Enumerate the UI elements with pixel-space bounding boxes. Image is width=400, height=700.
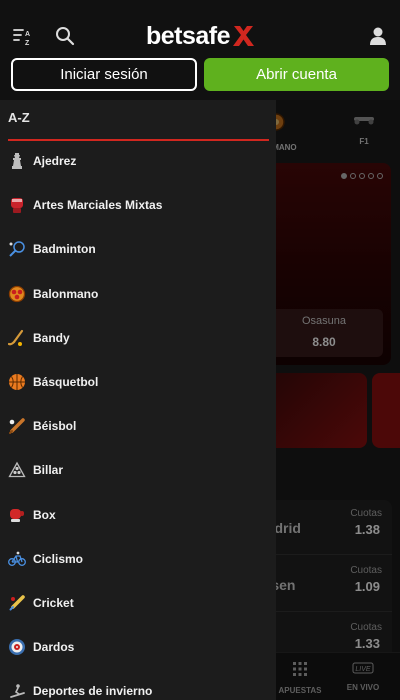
baseball-bat-icon <box>8 417 26 435</box>
handball-icon <box>8 285 26 303</box>
app-header: A Z betsafe Iniciar sesión Abrir cuenta <box>0 0 400 100</box>
sport-item-beisbol[interactable]: Béisbol <box>0 404 276 448</box>
bicycle-icon <box>8 550 26 568</box>
svg-text:A: A <box>25 31 30 38</box>
sport-label: Billar <box>33 463 64 478</box>
sports-az-drawer: A-Z Ajedrez Artes Marciales Mixtas Badmi… <box>0 100 276 700</box>
bandy-stick-icon <box>8 329 26 347</box>
sport-item-badminton[interactable]: Badminton <box>0 227 276 271</box>
sport-item-dardos[interactable]: Dardos <box>0 625 276 669</box>
logo-x-icon <box>233 26 255 46</box>
sport-item-billar[interactable]: Billar <box>0 448 276 492</box>
login-button[interactable]: Iniciar sesión <box>11 58 197 91</box>
sport-label: Artes Marciales Mixtas <box>33 198 163 213</box>
winter-sports-icon <box>8 682 26 700</box>
sport-item-deportes-invierno[interactable]: Deportes de invierno <box>0 669 276 700</box>
svg-text:Z: Z <box>25 40 30 47</box>
sport-label: Básquetbol <box>33 375 99 390</box>
sport-label: Deportes de invierno <box>33 684 153 699</box>
drawer-title: A-Z <box>8 110 30 125</box>
register-button[interactable]: Abrir cuenta <box>204 58 389 91</box>
cricket-icon <box>8 594 26 612</box>
betsafe-logo[interactable]: betsafe <box>146 20 255 52</box>
sport-label: Cricket <box>33 595 74 610</box>
boxing-glove-icon <box>8 506 26 524</box>
sort-az-icon[interactable]: A Z <box>10 24 34 48</box>
sport-item-cricket[interactable]: Cricket <box>0 581 276 625</box>
badminton-icon <box>8 240 26 258</box>
sport-label: Ciclismo <box>33 551 84 566</box>
basketball-icon <box>8 373 26 391</box>
sport-label: Bandy <box>33 330 70 345</box>
sport-item-bandy[interactable]: Bandy <box>0 316 276 360</box>
search-icon[interactable] <box>53 24 77 48</box>
sport-label: Ajedrez <box>33 154 77 169</box>
dartboard-icon <box>8 638 26 656</box>
sport-item-basquetbol[interactable]: Básquetbol <box>0 360 276 404</box>
logo-text: betsafe <box>146 21 231 50</box>
sport-label: Dardos <box>33 640 75 655</box>
sport-item-ciclismo[interactable]: Ciclismo <box>0 537 276 581</box>
sport-label: Badminton <box>33 242 96 257</box>
sport-list: Ajedrez Artes Marciales Mixtas Badminton… <box>0 139 276 700</box>
sport-label: Béisbol <box>33 419 77 434</box>
sport-item-ajedrez[interactable]: Ajedrez <box>0 139 276 183</box>
sport-label: Box <box>33 507 56 522</box>
sport-item-box[interactable]: Box <box>0 493 276 537</box>
chess-icon <box>8 152 26 170</box>
mma-glove-icon <box>8 196 26 214</box>
sport-label: Balonmano <box>33 286 99 301</box>
billiards-icon <box>8 461 26 479</box>
sport-item-mma[interactable]: Artes Marciales Mixtas <box>0 183 276 227</box>
sport-item-balonmano[interactable]: Balonmano <box>0 272 276 316</box>
user-icon[interactable] <box>366 24 390 48</box>
